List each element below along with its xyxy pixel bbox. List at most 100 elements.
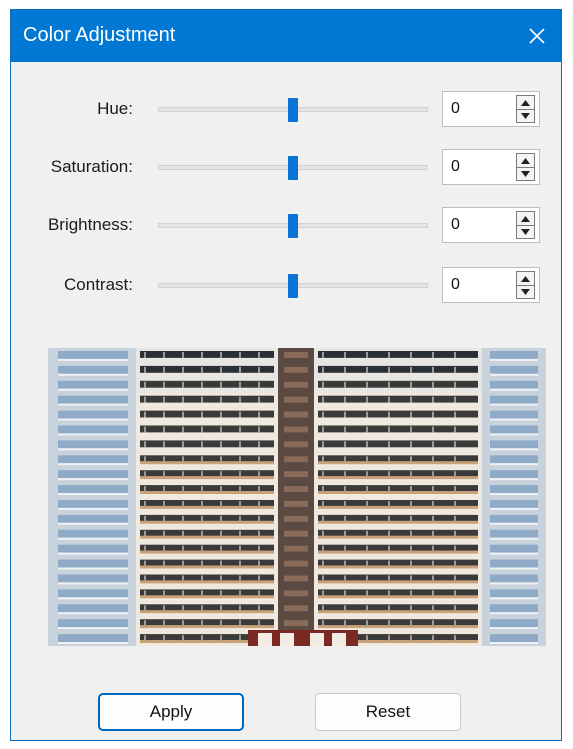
facade-detail <box>490 522 538 525</box>
facade-detail <box>432 590 434 597</box>
facade-detail <box>490 589 538 598</box>
facade-detail <box>58 559 128 568</box>
facade-detail <box>140 461 274 465</box>
hue-spin-buttons <box>516 95 535 123</box>
facade-detail <box>454 352 456 358</box>
facade-detail <box>163 426 165 433</box>
facade-detail <box>490 597 538 600</box>
facade-detail <box>284 501 308 507</box>
facade-detail <box>140 550 274 554</box>
hue-label: Hue: <box>97 99 133 118</box>
preview-image <box>48 348 546 646</box>
facade-detail <box>490 642 538 644</box>
arrow-down-icon <box>521 170 530 177</box>
facade-detail <box>239 620 241 627</box>
facade-detail <box>220 486 222 492</box>
facade-detail <box>144 486 146 492</box>
saturation-value-input[interactable] <box>443 150 507 184</box>
hue-decrement-button[interactable] <box>517 109 534 122</box>
arrow-down-icon <box>521 112 530 119</box>
facade-detail <box>432 352 434 358</box>
facade-detail <box>432 486 434 492</box>
hue-increment-button[interactable] <box>517 96 534 110</box>
facade-detail <box>490 425 538 434</box>
contrast-slider-thumb[interactable] <box>288 274 298 298</box>
facade-detail <box>58 373 128 376</box>
facade-detail <box>366 352 368 358</box>
facade-detail <box>454 501 456 507</box>
facade-detail <box>344 575 346 582</box>
saturation-slider-thumb[interactable] <box>288 156 298 180</box>
facade-detail <box>410 515 412 522</box>
facade-detail <box>163 530 165 537</box>
facade-detail <box>140 544 274 552</box>
facade-detail <box>58 485 128 493</box>
facade-detail <box>239 441 241 448</box>
brightness-slider-thumb[interactable] <box>288 214 298 238</box>
saturation-increment-button[interactable] <box>517 154 534 168</box>
facade-detail <box>182 620 184 627</box>
contrast-increment-button[interactable] <box>517 272 534 286</box>
facade-detail <box>490 351 538 359</box>
facade-detail <box>220 575 222 582</box>
facade-detail <box>58 642 128 644</box>
facade-detail <box>144 635 146 641</box>
facade-detail <box>220 471 222 478</box>
facade-detail <box>239 486 241 492</box>
hue-slider-thumb[interactable] <box>288 98 298 122</box>
facade-detail <box>201 530 203 537</box>
facade-detail <box>182 471 184 478</box>
facade-detail <box>432 426 434 433</box>
facade-detail <box>144 515 146 522</box>
facade-detail <box>163 635 165 641</box>
facade-detail <box>366 471 368 478</box>
facade-detail <box>322 352 324 358</box>
facade-detail <box>284 486 308 492</box>
facade-detail <box>322 396 324 403</box>
title-bar[interactable]: Color Adjustment <box>11 10 561 62</box>
brightness-decrement-button[interactable] <box>517 225 534 238</box>
facade-detail <box>490 627 538 630</box>
facade-detail <box>201 620 203 627</box>
facade-detail <box>490 485 538 493</box>
facade-detail <box>58 589 128 598</box>
facade-detail <box>454 366 456 373</box>
reset-button[interactable]: Reset <box>315 693 461 731</box>
facade-detail <box>388 545 390 552</box>
facade-detail <box>58 380 128 389</box>
facade-detail <box>182 515 184 522</box>
close-button[interactable] <box>513 10 561 62</box>
hue-value-input[interactable] <box>443 92 507 126</box>
facade-detail <box>163 620 165 627</box>
facade-detail <box>410 426 412 433</box>
facade-detail <box>490 410 538 419</box>
contrast-decrement-button[interactable] <box>517 285 534 298</box>
contrast-value-input[interactable] <box>443 268 507 302</box>
facade-detail <box>454 590 456 597</box>
facade-detail <box>58 403 128 406</box>
facade-detail <box>144 560 146 567</box>
facade-detail <box>490 358 538 361</box>
apply-button[interactable]: Apply <box>98 693 244 731</box>
facade-detail <box>58 619 128 628</box>
saturation-decrement-button[interactable] <box>517 167 534 180</box>
brightness-increment-button[interactable] <box>517 212 534 226</box>
facade-detail <box>432 366 434 373</box>
facade-detail <box>490 478 538 481</box>
facade-detail <box>140 559 274 567</box>
facade-detail <box>163 381 165 388</box>
facade-detail <box>388 575 390 582</box>
facade-detail <box>58 478 128 481</box>
facade-detail <box>163 515 165 522</box>
facade-detail <box>432 605 434 612</box>
brightness-spin-buttons <box>516 211 535 239</box>
arrow-up-icon <box>521 99 530 106</box>
facade-detail <box>220 635 222 641</box>
facade-detail <box>388 501 390 507</box>
facade-detail <box>258 486 260 492</box>
dialog-title: Color Adjustment <box>23 24 176 46</box>
facade-detail <box>284 590 308 597</box>
facade-detail <box>388 486 390 492</box>
brightness-value-input[interactable] <box>443 208 507 242</box>
facade-detail <box>58 612 128 615</box>
